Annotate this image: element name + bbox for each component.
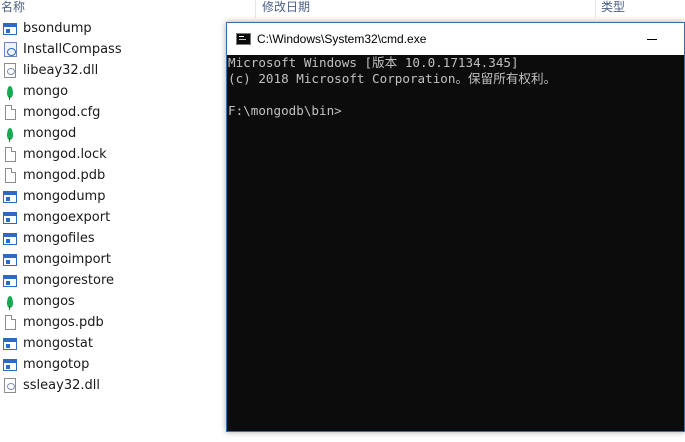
file-list: bsondump InstallCompass libeay32.dll mongo m… (0, 18, 225, 396)
file-row[interactable]: mongorestore (0, 270, 225, 291)
file-name: libeay32.dll (23, 63, 99, 78)
file-row[interactable]: mongostat (0, 333, 225, 354)
document-icon (1, 167, 19, 185)
cmd-window[interactable]: C:\Windows\System32\cmd.exe Microsoft Wi… (226, 22, 685, 432)
file-row[interactable]: mongoimport (0, 249, 225, 270)
file-row[interactable]: bsondump (0, 18, 225, 39)
console-line: Microsoft Windows [版本 10.0.17134.345] (228, 55, 519, 70)
cmd-console-output[interactable]: Microsoft Windows [版本 10.0.17134.345] (c)… (227, 55, 684, 431)
file-row[interactable]: mongos (0, 291, 225, 312)
dll-icon (1, 62, 19, 80)
exe-icon (1, 251, 19, 269)
file-name: bsondump (23, 21, 92, 36)
document-icon (1, 146, 19, 164)
file-row[interactable]: InstallCompass (0, 39, 225, 60)
file-row[interactable]: mongotop (0, 354, 225, 375)
file-row[interactable]: mongod.pdb (0, 165, 225, 186)
compass-script-icon (1, 41, 19, 59)
file-name: mongodump (23, 189, 106, 204)
file-name: mongod.cfg (23, 105, 101, 120)
file-name: mongod.lock (23, 147, 107, 162)
file-name: mongo (23, 84, 69, 99)
file-name: mongos (23, 294, 75, 309)
column-header-name[interactable]: 名称 (1, 0, 25, 16)
exe-icon (1, 335, 19, 353)
column-header-type[interactable]: 类型 (601, 0, 625, 16)
exe-icon (1, 20, 19, 38)
file-name: mongostat (23, 336, 93, 351)
file-name: mongoexport (23, 210, 111, 225)
cmd-window-title: C:\Windows\System32\cmd.exe (257, 32, 427, 46)
file-name: mongorestore (23, 273, 114, 288)
file-row[interactable]: mongofiles (0, 228, 225, 249)
console-line: F:\mongodb\bin> (228, 103, 342, 118)
file-row[interactable]: mongo (0, 81, 225, 102)
exe-icon (1, 272, 19, 290)
file-row[interactable]: mongoexport (0, 207, 225, 228)
file-row[interactable]: ssleay32.dll (0, 375, 225, 396)
mongodb-leaf-icon (1, 83, 19, 101)
file-row[interactable]: mongod.lock (0, 144, 225, 165)
file-name: mongofiles (23, 231, 95, 246)
dll-icon (1, 377, 19, 395)
file-name: mongotop (23, 357, 90, 372)
document-icon (1, 314, 19, 332)
file-row[interactable]: mongod.cfg (0, 102, 225, 123)
column-header-modified[interactable]: 修改日期 (262, 0, 310, 16)
file-row[interactable]: mongos.pdb (0, 312, 225, 333)
file-row[interactable]: libeay32.dll (0, 60, 225, 81)
cmd-app-icon[interactable] (236, 33, 251, 45)
exe-icon (1, 188, 19, 206)
exe-icon (1, 356, 19, 374)
document-icon (1, 104, 19, 122)
file-row[interactable]: mongodump (0, 186, 225, 207)
exe-icon (1, 209, 19, 227)
file-name: mongoimport (23, 252, 111, 267)
exe-icon (1, 230, 19, 248)
cmd-titlebar[interactable]: C:\Windows\System32\cmd.exe (227, 23, 684, 55)
column-divider[interactable] (255, 0, 256, 18)
file-name: mongod (23, 126, 77, 141)
console-line: (c) 2018 Microsoft Corporation。保留所有权利。 (228, 71, 557, 86)
file-name: InstallCompass (23, 42, 122, 57)
column-divider[interactable] (595, 0, 596, 18)
mongodb-leaf-icon (1, 293, 19, 311)
mongodb-leaf-icon (1, 125, 19, 143)
file-name: mongos.pdb (23, 315, 104, 330)
file-name: ssleay32.dll (23, 378, 100, 393)
file-row[interactable]: mongod (0, 123, 225, 144)
minimize-icon[interactable] (642, 32, 662, 46)
file-name: mongod.pdb (23, 168, 106, 183)
